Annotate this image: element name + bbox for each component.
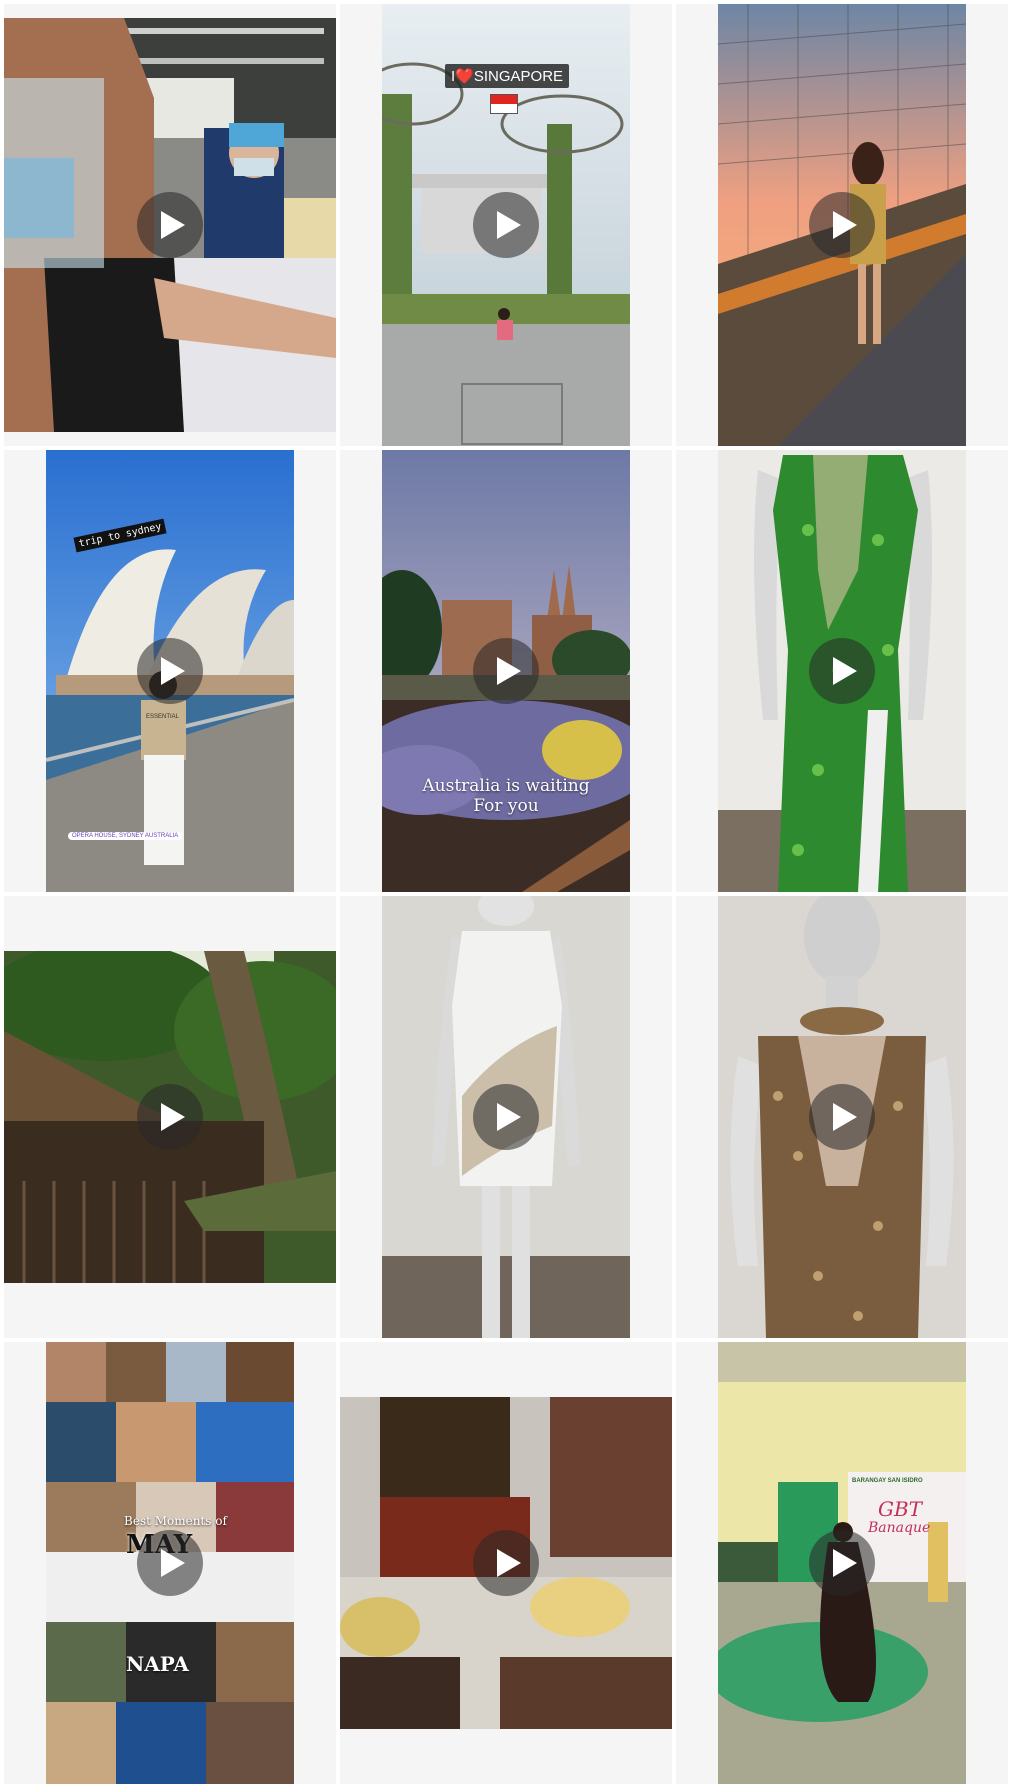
- post-green-gown-video[interactable]: [676, 450, 1008, 892]
- play-icon: [473, 638, 539, 704]
- play-icon: [137, 192, 203, 258]
- post-thumbnail: Best Moments of MAY NAPA: [46, 1342, 294, 1784]
- post-gym-gown-video[interactable]: BARANGAY SAN ISIDRO GBT Banaque: [676, 1342, 1008, 1784]
- post-vaccination-video[interactable]: [4, 4, 336, 446]
- post-skybridge-video[interactable]: [676, 4, 1008, 446]
- post-thumbnail: [718, 4, 966, 446]
- banner-heart-text: GBT: [878, 1497, 923, 1521]
- play-icon: [137, 638, 203, 704]
- play-icon: [809, 1084, 875, 1150]
- post-singapore-video[interactable]: I❤️SINGAPORE: [340, 4, 672, 446]
- post-treehouse-video[interactable]: [4, 896, 336, 1338]
- play-icon: [473, 192, 539, 258]
- play-icon: [809, 638, 875, 704]
- post-thumbnail: BARANGAY SAN ISIDRO GBT Banaque: [718, 1342, 966, 1784]
- post-thumbnail: [382, 896, 630, 1338]
- post-thumbnail: [718, 896, 966, 1338]
- shirt-text: ESSENTIAL: [146, 714, 180, 720]
- play-icon: [473, 1530, 539, 1596]
- flag-icon: [490, 94, 518, 114]
- post-thumbnail: Australia is waiting For you: [382, 450, 630, 892]
- post-thumbnail: [4, 18, 336, 432]
- post-food-video[interactable]: [340, 1342, 672, 1784]
- collage-label: NAPA: [126, 1652, 189, 1676]
- play-icon: [809, 1530, 875, 1596]
- post-thumbnail: [718, 450, 966, 892]
- banner-title: BARANGAY SAN ISIDRO: [852, 1478, 923, 1484]
- location-tag: OPERA HOUSE, SYDNEY AUSTRALIA: [68, 832, 183, 840]
- video-grid: I❤️SINGAPORE trip to sydney OPERA HOUSE,…: [0, 0, 1010, 1785]
- post-australia-video[interactable]: Australia is waiting For you: [340, 450, 672, 892]
- post-thumbnail: [340, 1397, 672, 1729]
- post-best-moments-collage[interactable]: Best Moments of MAY NAPA: [4, 1342, 336, 1784]
- post-gold-gown-video[interactable]: [676, 896, 1008, 1338]
- overlay-caption: Australia is waiting For you: [422, 776, 590, 816]
- play-icon: [809, 192, 875, 258]
- play-icon: [137, 1084, 203, 1150]
- post-thumbnail: I❤️SINGAPORE: [382, 4, 630, 446]
- banner-sub-text: Banaque: [868, 1520, 931, 1536]
- post-white-dress-video[interactable]: [340, 896, 672, 1338]
- overlay-sticker: I❤️SINGAPORE: [445, 64, 570, 88]
- play-icon: [473, 1084, 539, 1150]
- post-sydney-opera-video[interactable]: trip to sydney OPERA HOUSE, SYDNEY AUSTR…: [4, 450, 336, 892]
- post-thumbnail: trip to sydney OPERA HOUSE, SYDNEY AUSTR…: [46, 450, 294, 892]
- play-icon: [137, 1530, 203, 1596]
- post-thumbnail: [4, 951, 336, 1283]
- collage-title: Best Moments of: [124, 1514, 227, 1528]
